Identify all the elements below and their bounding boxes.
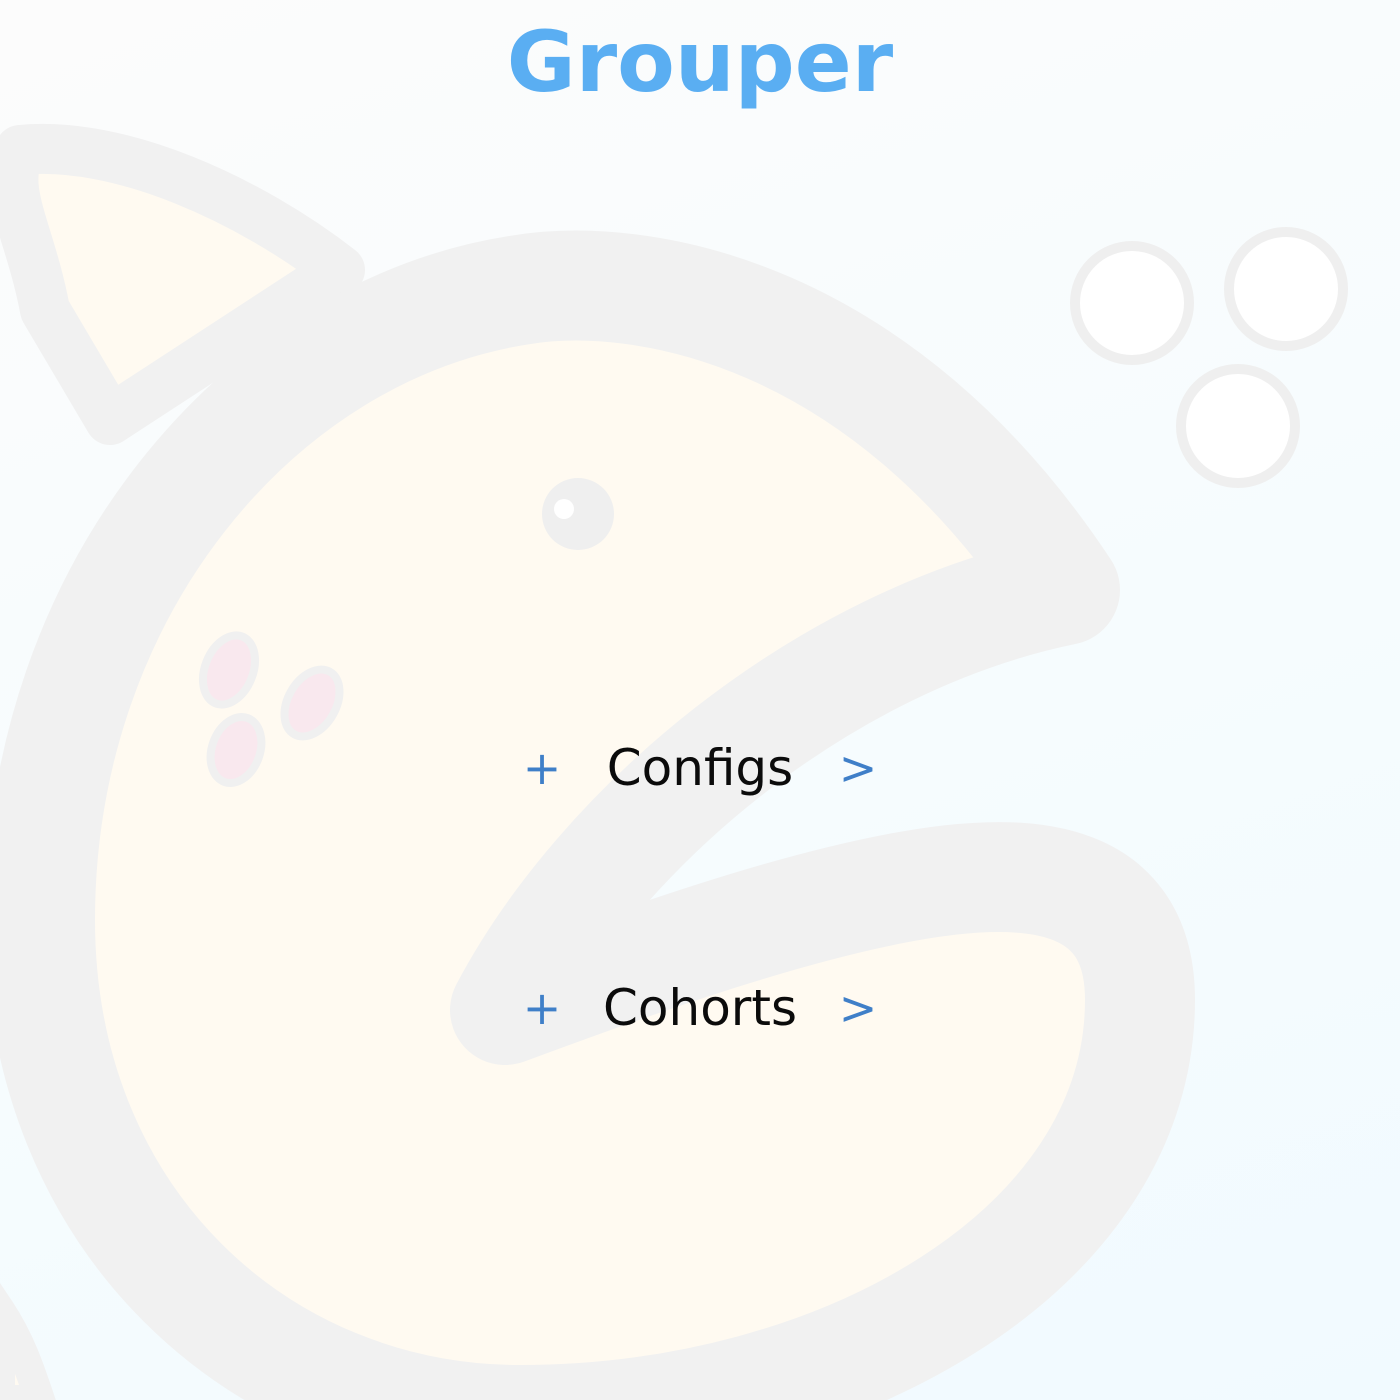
bubble	[1070, 241, 1194, 365]
app-title: Grouper	[506, 13, 894, 111]
menu-item-cohorts[interactable]: + Cohorts >	[500, 968, 900, 1048]
grouper-fish-mascot	[0, 123, 1348, 1400]
bubble	[1224, 227, 1348, 351]
menu-item-label[interactable]: Configs	[580, 728, 820, 808]
add-cohort-plus-icon[interactable]: +	[518, 968, 566, 1048]
menu-item-label[interactable]: Cohorts	[580, 968, 820, 1048]
add-config-plus-icon[interactable]: +	[518, 728, 566, 808]
open-cohorts-chevron-right-icon[interactable]: >	[834, 968, 882, 1048]
bubble	[1176, 364, 1300, 488]
menu-item-configs[interactable]: + Configs >	[500, 728, 900, 808]
open-configs-chevron-right-icon[interactable]: >	[834, 728, 882, 808]
fish-body	[0, 230, 1195, 1400]
fish-eye	[542, 478, 614, 550]
fish-tail	[0, 1282, 56, 1400]
fish-eye-highlight	[554, 499, 574, 519]
